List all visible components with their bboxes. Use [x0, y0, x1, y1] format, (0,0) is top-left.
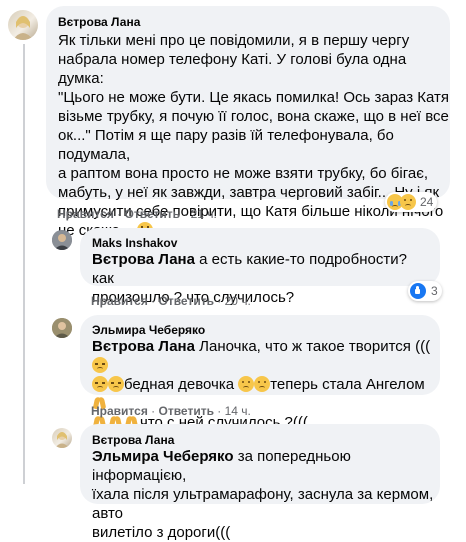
comment-line: набрала номер телефону Каті. У голові бу… [58, 51, 407, 87]
reply-link[interactable]: Ответить [159, 404, 214, 418]
comment-author[interactable]: Maks Inshakov [92, 235, 177, 251]
comment-line-text: бедная девочка [124, 376, 235, 393]
sad-face-icon [108, 376, 124, 392]
comment-line: Эльмира Чеберяко за попередньою інформац… [92, 447, 438, 485]
comment-bubble: Maks Inshakov Вєтрова Лана а есть какие-… [80, 228, 440, 306]
comment-line: а раптом вона просто не може взяти трубк… [58, 165, 429, 182]
comment-line: Вєтрова Лана а есть какие-то подробности… [92, 250, 432, 288]
avatar-photo-icon [55, 432, 69, 448]
thread-line [23, 44, 25, 484]
comment-text: Эльмира Чеберяко за попередньою інформац… [92, 447, 438, 542]
reply-link[interactable]: Ответить [125, 207, 180, 221]
comment-line: візьме трубку, я почую її голос, вона ск… [58, 108, 449, 125]
comment-line: Як тільки мені про це повідомили, я в пе… [58, 32, 410, 49]
sad-face-icon [254, 376, 271, 392]
reaction-count: 24 [420, 195, 434, 209]
avatar-photo-icon [52, 230, 72, 250]
sad-face-icon [92, 357, 108, 373]
mention-link[interactable]: Вєтрова Лана [92, 251, 195, 268]
mention-link[interactable]: Эльмира Чеберяко [92, 448, 234, 465]
comment-line: "Цього не може бути. Це якась помилка! О… [58, 89, 449, 106]
like-link[interactable]: Нравится [91, 404, 148, 418]
reaction-summary[interactable]: 24 [385, 192, 438, 212]
avatar-photo-icon [52, 318, 72, 338]
comment-line: їхала після ультрамарафону, заснула за к… [92, 486, 434, 522]
avatar[interactable] [52, 428, 72, 448]
reply-link[interactable]: Ответить [159, 294, 214, 308]
timestamp[interactable]: 21 ч. [191, 207, 217, 221]
comment-line-text: Ланочка, что ж такое творится ((( [199, 338, 431, 355]
comment-author[interactable]: Вєтрова Лана [58, 14, 140, 30]
avatar-photo-icon [13, 16, 33, 40]
like-icon [410, 283, 426, 299]
like-link[interactable]: Нравится [91, 294, 148, 308]
timestamp[interactable]: 20 ч. [225, 294, 251, 308]
timestamp[interactable]: 14 ч. [225, 404, 251, 418]
comment-bubble: Эльмира Чеберяко Вєтрова Лана Ланочка, ч… [80, 315, 440, 431]
sad-face-icon [92, 376, 108, 392]
comment-line: Вєтрова Лана Ланочка, что ж такое творит… [92, 337, 438, 375]
sad-face-icon [238, 376, 255, 392]
reaction-count: 3 [431, 284, 438, 298]
avatar[interactable] [8, 10, 38, 40]
comment-actions: Нравится · Ответить · 14 ч. [91, 404, 251, 418]
comment-author[interactable]: Вєтрова Лана [92, 432, 174, 448]
mention-link[interactable]: Вєтрова Лана [92, 338, 195, 355]
avatar[interactable] [52, 230, 72, 250]
comment-bubble: Вєтрова Лана Як тільки мені про це повід… [46, 6, 450, 239]
comment-line-text: теперь стала Ангелом [270, 376, 425, 393]
comment-actions: Нравится · Ответить · 21 ч. [57, 207, 217, 221]
comment-actions: Нравится · Ответить · 20 ч. [91, 294, 251, 308]
comment-line: вилетіло з дороги((( [92, 524, 231, 541]
comment-line: ок..." Потім я ще пару разів їй телефону… [58, 127, 394, 163]
sad-face-icon [400, 194, 416, 210]
avatar[interactable] [52, 318, 72, 338]
reaction-summary[interactable]: 3 [408, 281, 442, 301]
comment-bubble: Вєтрова Лана Эльмира Чеберяко за поперед… [80, 424, 440, 541]
like-link[interactable]: Нравится [57, 207, 114, 221]
comment-author[interactable]: Эльмира Чеберяко [92, 322, 205, 338]
